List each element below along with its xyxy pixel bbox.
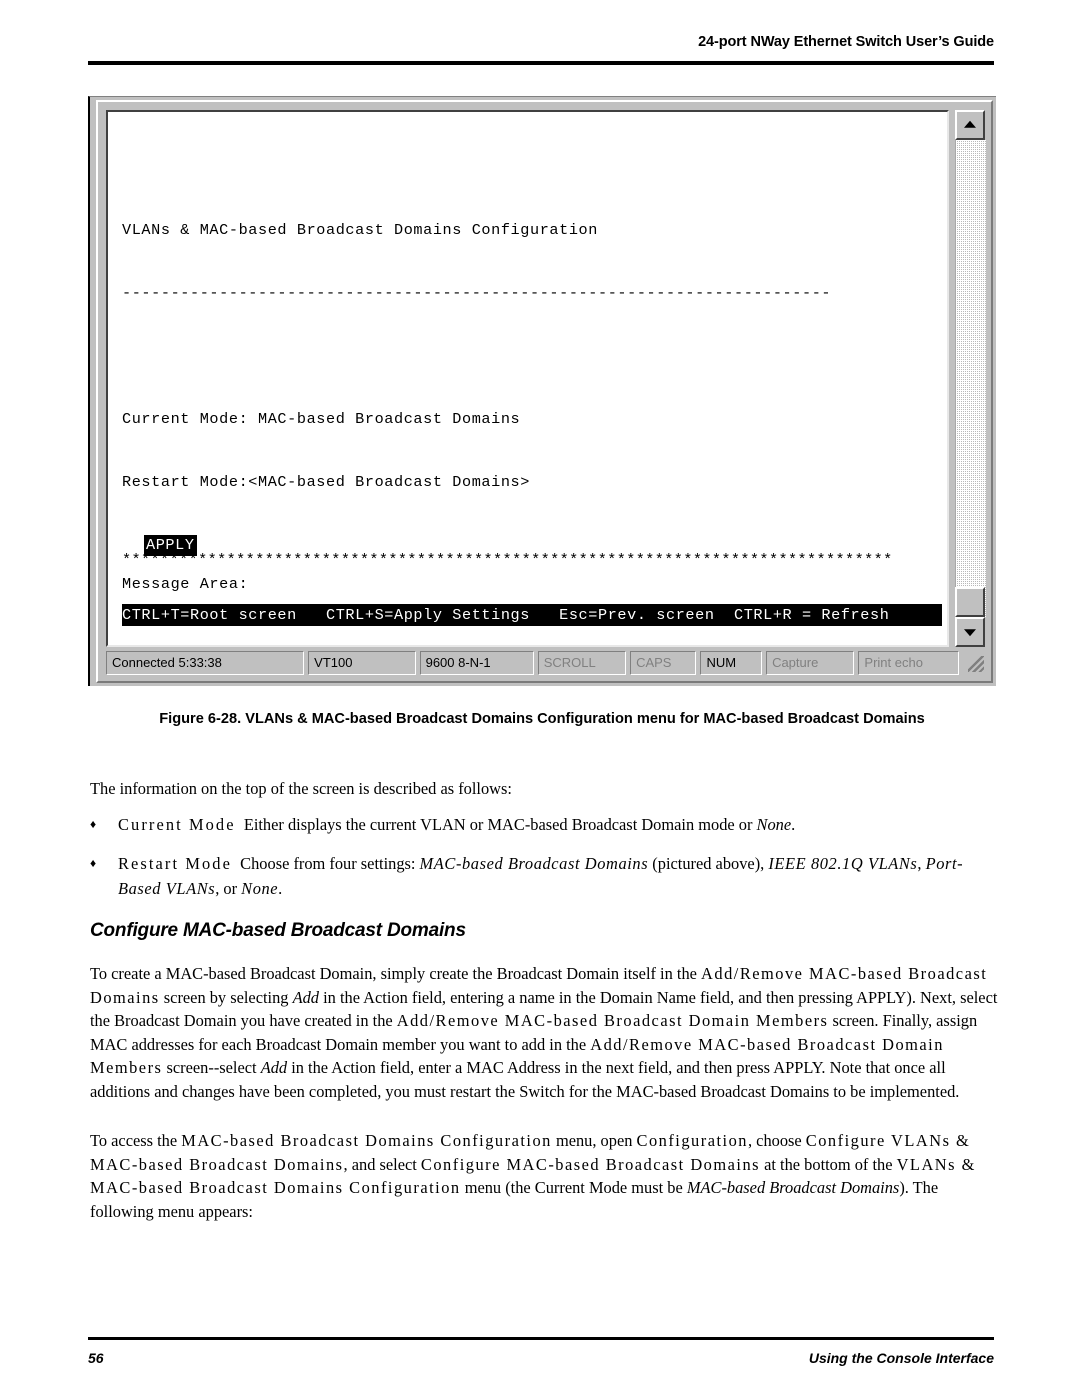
status-field-capture: Capture (766, 651, 855, 675)
bullet-mid-3: , or (215, 879, 242, 898)
bullet-text-current-mode: Current Mode Either displays the current… (118, 812, 996, 837)
p2-s3: menu, open (551, 1131, 637, 1150)
p2-menu-configure-mac: Configure MAC-based Broadcast Domains (420, 1154, 761, 1174)
bullet-emphasis-none-2: None (241, 879, 279, 898)
bullet-body-restart-mode: Choose from four settings: (240, 854, 420, 873)
scrollbar-thumb[interactable] (955, 587, 985, 617)
current-mode-line: Current Mode: MAC-based Broadcast Domain… (122, 410, 521, 428)
bullet-emphasis-mac-domains: MAC-based Broadcast Domains (419, 854, 649, 873)
status-field-emulation: VT100 (308, 651, 416, 675)
bullet-mid-1: (pictured above), (648, 854, 769, 873)
scroll-up-button[interactable] (955, 110, 985, 140)
terminal-window-frame: VLANs & MAC-based Broadcast Domains Conf… (96, 100, 993, 683)
p2-s5: , choose (747, 1131, 806, 1150)
terminal-window: VLANs & MAC-based Broadcast Domains Conf… (88, 96, 996, 686)
status-field-caps: CAPS (630, 651, 697, 675)
terminal-screen-title: VLANs & MAC-based Broadcast Domains Conf… (122, 221, 598, 239)
footer-section-title: Using the Console Interface (808, 1350, 994, 1366)
bullet-mid-2: , (917, 854, 926, 873)
bullet-emphasis-8021q: IEEE 802.1Q VLANs (768, 854, 918, 873)
paragraph-create-domain: To create a MAC-based Broadcast Domain, … (90, 962, 998, 1104)
status-field-num: NUM (700, 651, 763, 675)
scroll-down-arrow-icon (964, 629, 976, 637)
bullet-marker-icon-2: ♦ (90, 856, 97, 870)
section-heading-configure-mac-domains: Configure MAC-based Broadcast Domains (90, 920, 466, 941)
bullet-emphasis-none: None (756, 815, 792, 834)
figure-caption: Figure 6-28. VLANs & MAC-based Broadcast… (159, 711, 925, 727)
footer-divider-rule (88, 1337, 994, 1340)
bullet-term-current-mode: Current Mode (118, 815, 236, 834)
bullet-body-current-mode: Either displays the current VLAN or MAC-… (243, 815, 757, 834)
footer-page-number: 56 (88, 1350, 104, 1366)
p2-s1: To access the (90, 1131, 182, 1150)
scrollbar-track[interactable] (955, 140, 986, 617)
p2-emphasis-mac-domains: MAC-based Broadcast Domains (686, 1178, 900, 1198)
bullet-tail-current-mode: . (791, 815, 796, 834)
terminal-divider-line: ----------------------------------------… (122, 284, 832, 302)
intro-paragraph: The information on the top of the screen… (90, 779, 512, 798)
p2-menu-configuration: Configuration (636, 1131, 748, 1150)
bullet-tail-restart-mode: . (278, 879, 283, 898)
status-field-scroll: SCROLL (537, 651, 627, 675)
p2-menu-name-1: MAC-based Broadcast Domains Configuratio… (181, 1131, 552, 1150)
scroll-down-button[interactable] (955, 617, 985, 647)
bullet-item-current-mode: ♦ Current Mode Either displays the curre… (90, 812, 996, 837)
p2-s11: menu (the Current Mode must be (460, 1178, 687, 1198)
bullet-item-restart-mode: ♦ Restart Mode Choose from four settings… (90, 851, 996, 901)
paragraph-access-menu: To access the MAC-based Broadcast Domain… (90, 1129, 998, 1223)
bullet-text-restart-mode: Restart Mode Choose from four settings: … (118, 851, 996, 901)
bullet-term-restart-mode: Restart Mode (118, 854, 232, 873)
p2-s9: at the bottom of the (760, 1154, 897, 1174)
status-field-connection: Connected 5:33:38 (106, 651, 305, 675)
p1-s1: To create a MAC-based Broadcast Domain, … (90, 964, 702, 983)
message-area-label: Message Area: (122, 575, 249, 593)
window-resize-grip-icon[interactable] (963, 651, 988, 675)
status-field-print-echo: Print echo (858, 651, 960, 675)
p1-action-add-2: Add (260, 1058, 288, 1078)
terminal-key-help-bar: CTRL+T=Root screen CTRL+S=Apply Settings… (122, 604, 942, 626)
terminal-status-bar: Connected 5:33:38 VT100 9600 8-N-1 SCROL… (104, 649, 988, 677)
status-field-baud: 9600 8-N-1 (419, 651, 534, 675)
page-footer: 56 Using the Console Interface (88, 1350, 994, 1366)
restart-mode-field[interactable]: Restart Mode:<MAC-based Broadcast Domain… (108, 472, 947, 493)
p1-s9: screen--select (162, 1058, 261, 1078)
bullet-marker-icon: ♦ (90, 817, 97, 831)
p1-screen-name-2: Add/Remove MAC-based Broadcast Domain Me… (396, 1011, 829, 1031)
terminal-screen: VLANs & MAC-based Broadcast Domains Conf… (106, 110, 949, 647)
p2-s7: , and select (343, 1154, 421, 1174)
terminal-vertical-scrollbar[interactable] (955, 110, 986, 647)
terminal-separator-stars: ****************************************… (122, 551, 893, 569)
scroll-up-arrow-icon (964, 120, 976, 128)
header-divider-rule (88, 61, 994, 65)
page-header-title: 24-port NWay Ethernet Switch User’s Guid… (698, 34, 994, 50)
p1-action-add-1: Add (292, 987, 319, 1007)
p1-s3: screen by selecting (159, 987, 293, 1007)
